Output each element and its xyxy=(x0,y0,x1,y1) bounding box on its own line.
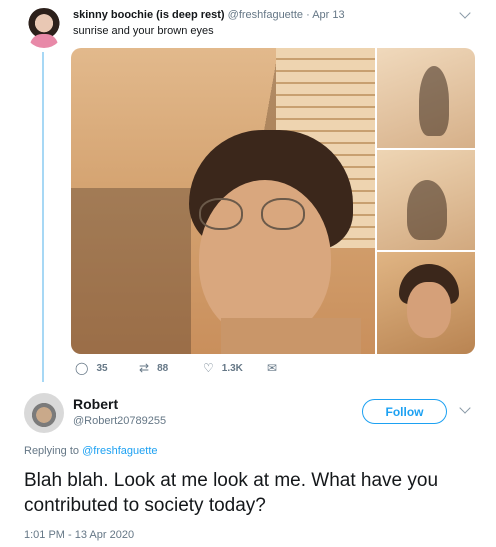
photo-middle-right[interactable] xyxy=(377,150,475,250)
message-action[interactable]: ✉ xyxy=(267,360,285,376)
thread-connector-line xyxy=(42,52,44,382)
avatar[interactable] xyxy=(24,393,64,433)
photo-main[interactable] xyxy=(71,48,375,354)
reply-text: Blah blah. Look at me look at me. What h… xyxy=(24,470,439,516)
photo-bottom-right[interactable] xyxy=(377,252,475,354)
chevron-down-icon[interactable] xyxy=(459,7,471,19)
replying-to: Replying to @freshfaguette xyxy=(24,445,158,457)
retweet-icon: ⇄ xyxy=(139,361,150,375)
display-name[interactable]: skinny boochie (is deep rest) xyxy=(73,9,225,21)
photo-top-right[interactable] xyxy=(377,48,475,148)
follow-button[interactable]: Follow xyxy=(362,399,447,424)
replying-prefix: Replying to xyxy=(24,445,80,457)
heart-icon: ♡ xyxy=(203,361,214,375)
like-action[interactable]: ♡ 1.3K xyxy=(203,360,243,376)
like-count: 1.3K xyxy=(221,362,243,374)
photo-grid xyxy=(71,48,475,354)
user-handle[interactable]: @freshfaguette xyxy=(228,9,303,21)
retweet-count: 88 xyxy=(157,362,169,374)
replying-handle-link[interactable]: @freshfaguette xyxy=(82,445,157,457)
chevron-down-icon[interactable] xyxy=(459,402,471,414)
retweet-action[interactable]: ⇄ 88 xyxy=(139,360,168,376)
tweet-timestamp[interactable]: 1:01 PM - 13 Apr 2020 xyxy=(24,529,134,541)
speech-bubble-icon: ◯ xyxy=(75,361,89,375)
avatar[interactable] xyxy=(24,8,64,48)
display-name[interactable]: Robert xyxy=(73,396,118,412)
tweet-header: skinny boochie (is deep rest) @freshfagu… xyxy=(73,9,345,21)
envelope-icon: ✉ xyxy=(267,361,278,375)
user-handle[interactable]: @Robert20789255 xyxy=(73,415,166,427)
tweet-date[interactable]: · Apr 13 xyxy=(306,9,345,21)
tweet-text: sunrise and your brown eyes xyxy=(73,25,214,37)
reply-count: 35 xyxy=(96,362,108,374)
reply-action[interactable]: ◯ 35 xyxy=(75,360,108,376)
